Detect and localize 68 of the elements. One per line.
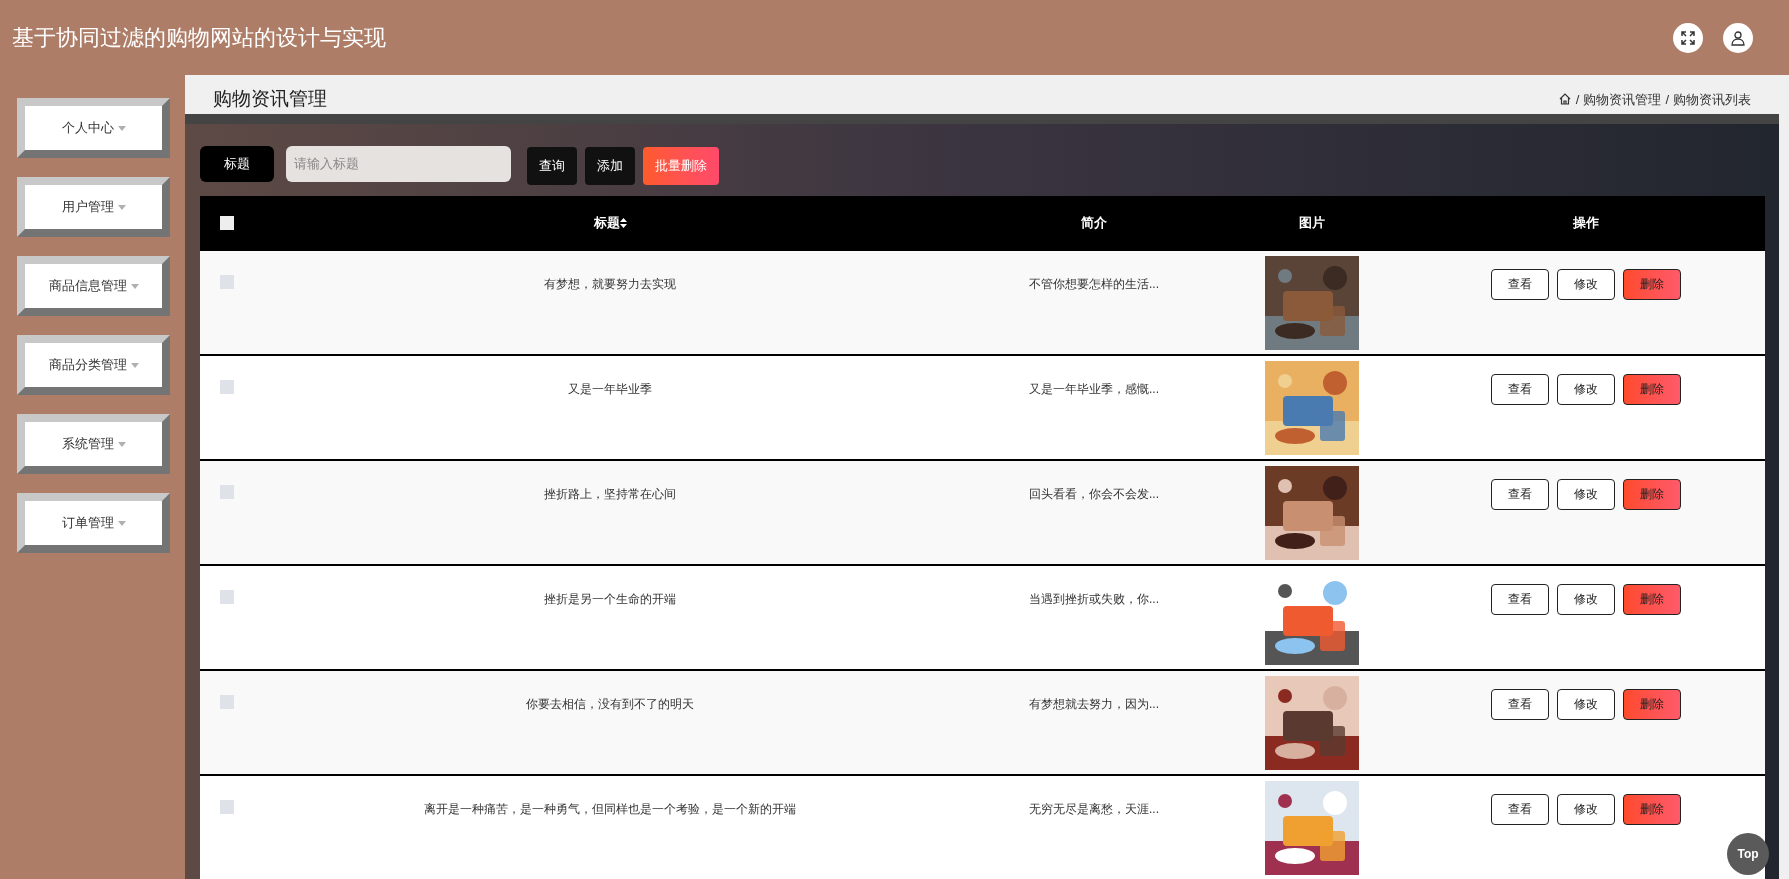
title-cell-text: 挫折路上，坚持常在心间 <box>544 485 676 503</box>
caret-icon <box>130 283 139 289</box>
row-action-button[interactable]: 修改 <box>1556 478 1615 510</box>
intro-cell-text: 当遇到挫折或失败，你... <box>1029 590 1159 608</box>
intro-cell-text: 又是一年毕业季，感慨... <box>1029 380 1159 398</box>
row-checkbox[interactable] <box>220 379 234 394</box>
caret-icon <box>130 362 139 368</box>
row-checkbox[interactable] <box>220 274 234 289</box>
row-action-button[interactable]: 修改 <box>1556 583 1615 615</box>
row-action-button[interactable]: 删除 <box>1622 478 1681 510</box>
row-action-button[interactable]: 修改 <box>1556 793 1615 825</box>
search-label: 标题 <box>200 145 274 182</box>
intro-cell-text: 无穷无尽是离愁，天涯... <box>1029 800 1159 818</box>
toolbar-button[interactable]: 添加 <box>585 146 635 185</box>
caret-icon <box>117 125 126 131</box>
intro-cell-text: 回头看看，你会不会发... <box>1029 485 1159 503</box>
row-action-button[interactable]: 查看 <box>1490 373 1549 405</box>
sort-icon[interactable] <box>619 218 627 228</box>
search-field[interactable]: 请输入标题 <box>286 145 511 182</box>
row-action-button[interactable]: 查看 <box>1490 793 1549 825</box>
breadcrumb-separator: / <box>1575 90 1580 109</box>
row-action-button[interactable]: 修改 <box>1556 688 1615 720</box>
row-action-button[interactable]: 删除 <box>1622 373 1681 405</box>
row-action-button[interactable]: 查看 <box>1490 268 1549 300</box>
row-action-button[interactable]: 查看 <box>1490 688 1549 720</box>
column-header: 简介 <box>1080 214 1108 233</box>
row-action-button[interactable]: 删除 <box>1622 268 1681 300</box>
user-icon[interactable] <box>1723 22 1753 53</box>
row-action-button[interactable]: 修改 <box>1556 268 1615 300</box>
title-cell-text: 你要去相信，没有到不了的明天 <box>526 695 694 713</box>
breadcrumb-link[interactable]: 购物资讯管理 <box>1583 89 1662 109</box>
row-action-button[interactable]: 删除 <box>1622 688 1681 720</box>
intro-cell-text: 有梦想就去努力，因为... <box>1029 695 1159 713</box>
toolbar-button[interactable]: 查询 <box>527 146 577 185</box>
page-title: 购物资讯管理 <box>213 87 327 111</box>
row-checkbox[interactable] <box>220 694 234 709</box>
row-action-button[interactable]: 删除 <box>1622 583 1681 615</box>
column-header: 图片 <box>1298 214 1326 233</box>
fullscreen-icon[interactable] <box>1673 22 1703 53</box>
title-cell-text: 离开是一种痛苦，是一种勇气，但同样也是一个考验，是一个新的开端 <box>424 800 796 818</box>
app-title: 基于协同过滤的购物网站的设计与实现 <box>12 24 386 52</box>
column-header: 操作 <box>1571 214 1600 233</box>
row-action-button[interactable]: 删除 <box>1622 793 1681 825</box>
row-checkbox[interactable] <box>220 799 234 814</box>
intro-cell-text: 不管你想要怎样的生活... <box>1029 275 1159 293</box>
sidebar-item[interactable]: 商品信息管理 <box>17 256 170 316</box>
row-action-button[interactable]: 查看 <box>1490 478 1549 510</box>
title-cell-text: 有梦想，就要努力去实现 <box>544 275 676 293</box>
row-checkbox[interactable] <box>220 589 234 604</box>
title-cell-text: 又是一年毕业季 <box>568 380 652 398</box>
row-action-button[interactable]: 查看 <box>1490 583 1549 615</box>
row-action-button[interactable]: 修改 <box>1556 373 1615 405</box>
scrollbar[interactable] <box>1779 75 1789 879</box>
row-checkbox[interactable] <box>220 484 234 499</box>
sidebar-item[interactable]: 系统管理 <box>17 414 170 474</box>
caret-icon <box>117 204 126 210</box>
sidebar-item[interactable]: 用户管理 <box>17 177 170 237</box>
caret-icon <box>117 520 126 526</box>
select-all-checkbox[interactable] <box>220 216 234 230</box>
breadcrumb-link[interactable]: 购物资讯列表 <box>1673 89 1751 109</box>
title-cell-text: 挫折是另一个生命的开端 <box>544 590 676 608</box>
caret-icon <box>117 441 126 447</box>
sidebar-item[interactable]: 订单管理 <box>17 493 170 553</box>
home-icon[interactable] <box>1557 92 1572 107</box>
column-header[interactable]: 标题 <box>593 213 620 233</box>
breadcrumb-separator: / <box>1665 90 1669 109</box>
sidebar-item[interactable]: 商品分类管理 <box>17 335 170 395</box>
sidebar-item[interactable]: 个人中心 <box>17 98 170 158</box>
